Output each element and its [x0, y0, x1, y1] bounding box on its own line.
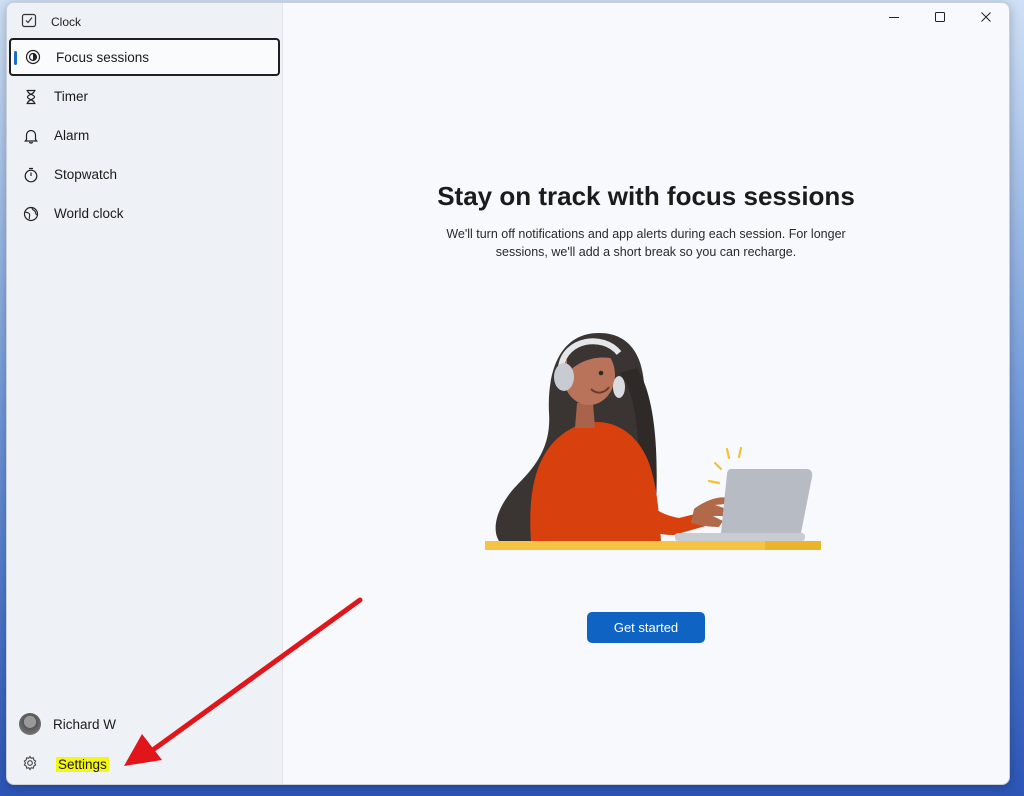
avatar — [19, 713, 41, 735]
app-title: Clock — [51, 15, 82, 29]
bell-icon — [22, 127, 40, 145]
sidebar-item-label: Focus sessions — [56, 49, 150, 65]
sidebar-item-label: Timer — [54, 89, 88, 104]
gear-icon — [22, 755, 40, 773]
clock-window: Clock Focus sessions Timer Alarm Stopwat… — [6, 2, 1010, 785]
globe-icon — [22, 205, 40, 223]
sidebar-item-label: Alarm — [54, 128, 90, 143]
user-name: Richard W — [53, 716, 117, 732]
focus-illustration — [485, 333, 821, 550]
sidebar: Clock Focus sessions Timer Alarm Stopwat… — [7, 3, 283, 784]
stopwatch-icon — [22, 166, 40, 184]
account-button[interactable]: Richard W — [7, 704, 282, 744]
sidebar-item-stopwatch[interactable]: Stopwatch — [9, 156, 280, 193]
focus-icon — [24, 48, 42, 66]
description-line-2: sessions, we'll add a short break so you… — [495, 245, 797, 259]
sidebar-item-label: Stopwatch — [54, 167, 118, 182]
get-started-button[interactable]: Get started — [587, 612, 705, 643]
sidebar-item-timer[interactable]: Timer — [9, 78, 280, 115]
hourglass-icon — [22, 88, 40, 106]
page-description: We'll turn off notifications and app ale… — [283, 225, 1009, 261]
description-line-1: We'll turn off notifications and app ale… — [446, 227, 846, 241]
main-content: Stay on track with focus sessions We'll … — [283, 3, 1009, 784]
sidebar-item-world-clock[interactable]: World clock — [9, 195, 280, 232]
sidebar-nav: Focus sessions Timer Alarm Stopwatch Wor… — [7, 38, 282, 234]
settings-button[interactable]: Settings — [7, 744, 282, 784]
settings-label: Settings — [56, 756, 109, 772]
page-title: Stay on track with focus sessions — [437, 181, 855, 211]
clock-app-icon — [21, 12, 37, 33]
sidebar-item-focus-sessions[interactable]: Focus sessions — [9, 38, 280, 76]
app-title-bar: Clock — [21, 11, 81, 33]
sidebar-item-alarm[interactable]: Alarm — [9, 117, 280, 154]
sidebar-item-label: World clock — [54, 206, 124, 221]
sidebar-footer: Richard W Settings — [7, 704, 282, 784]
